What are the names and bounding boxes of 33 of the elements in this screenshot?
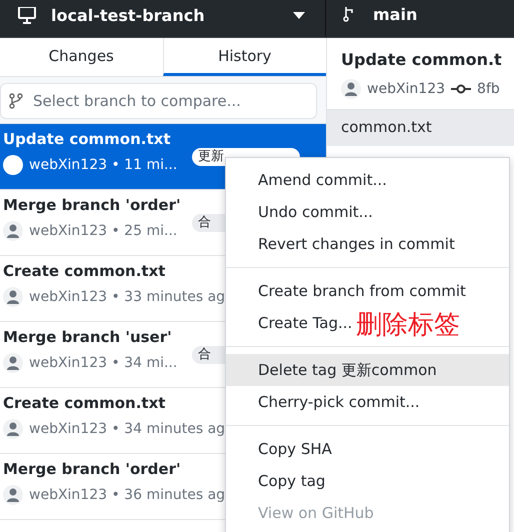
avatar-icon: [3, 155, 23, 175]
branch-icon: [343, 6, 355, 22]
caret-icon: [293, 12, 305, 20]
commit-title: Update common.txt: [3, 130, 170, 148]
avatar-icon: [3, 287, 23, 307]
avatar-icon: [3, 419, 23, 439]
commit-meta: webXin123 • 11 mi...: [29, 157, 178, 173]
commit-title: Update common.t: [341, 50, 502, 69]
commit-meta: webXin123 • 33 minutes ag: [29, 289, 226, 305]
avatar-icon: [3, 485, 23, 505]
commit-meta: webXin123 • 25 mi...: [29, 223, 178, 239]
monitor-icon: [17, 6, 37, 24]
file-item[interactable]: common.txt: [327, 110, 514, 146]
commit-title: Merge branch 'order': [3, 196, 181, 214]
menu-item[interactable]: Delete tag 更新common: [226, 354, 509, 386]
avatar-icon: [341, 79, 361, 99]
commit-meta: webXin123 • 36 minutes ag: [29, 487, 226, 503]
avatar-icon: [3, 221, 23, 241]
commit-sha: 8fb: [477, 81, 500, 97]
branch-filter-field[interactable]: Select branch to compare...: [0, 83, 317, 119]
commit-title: Create common.txt: [3, 262, 166, 280]
commit-icon: [451, 84, 472, 94]
commit-title: Merge branch 'user': [3, 328, 172, 346]
commit-meta: webXin123 • 34 mi...: [29, 355, 178, 371]
avatar-icon: [3, 353, 23, 373]
tab[interactable]: History: [162, 38, 326, 76]
branch-selector[interactable]: local-test-branch: [0, 0, 326, 37]
commit-title: Merge branch 'order': [3, 460, 181, 478]
branch-button[interactable]: main: [326, 0, 514, 37]
annotation-text: 删除标签: [356, 309, 460, 342]
author-name: webXin123: [367, 81, 446, 97]
commit-title: Create common.txt: [3, 394, 166, 412]
commit-meta: webXin123 • 34 minutes ag: [29, 421, 226, 437]
